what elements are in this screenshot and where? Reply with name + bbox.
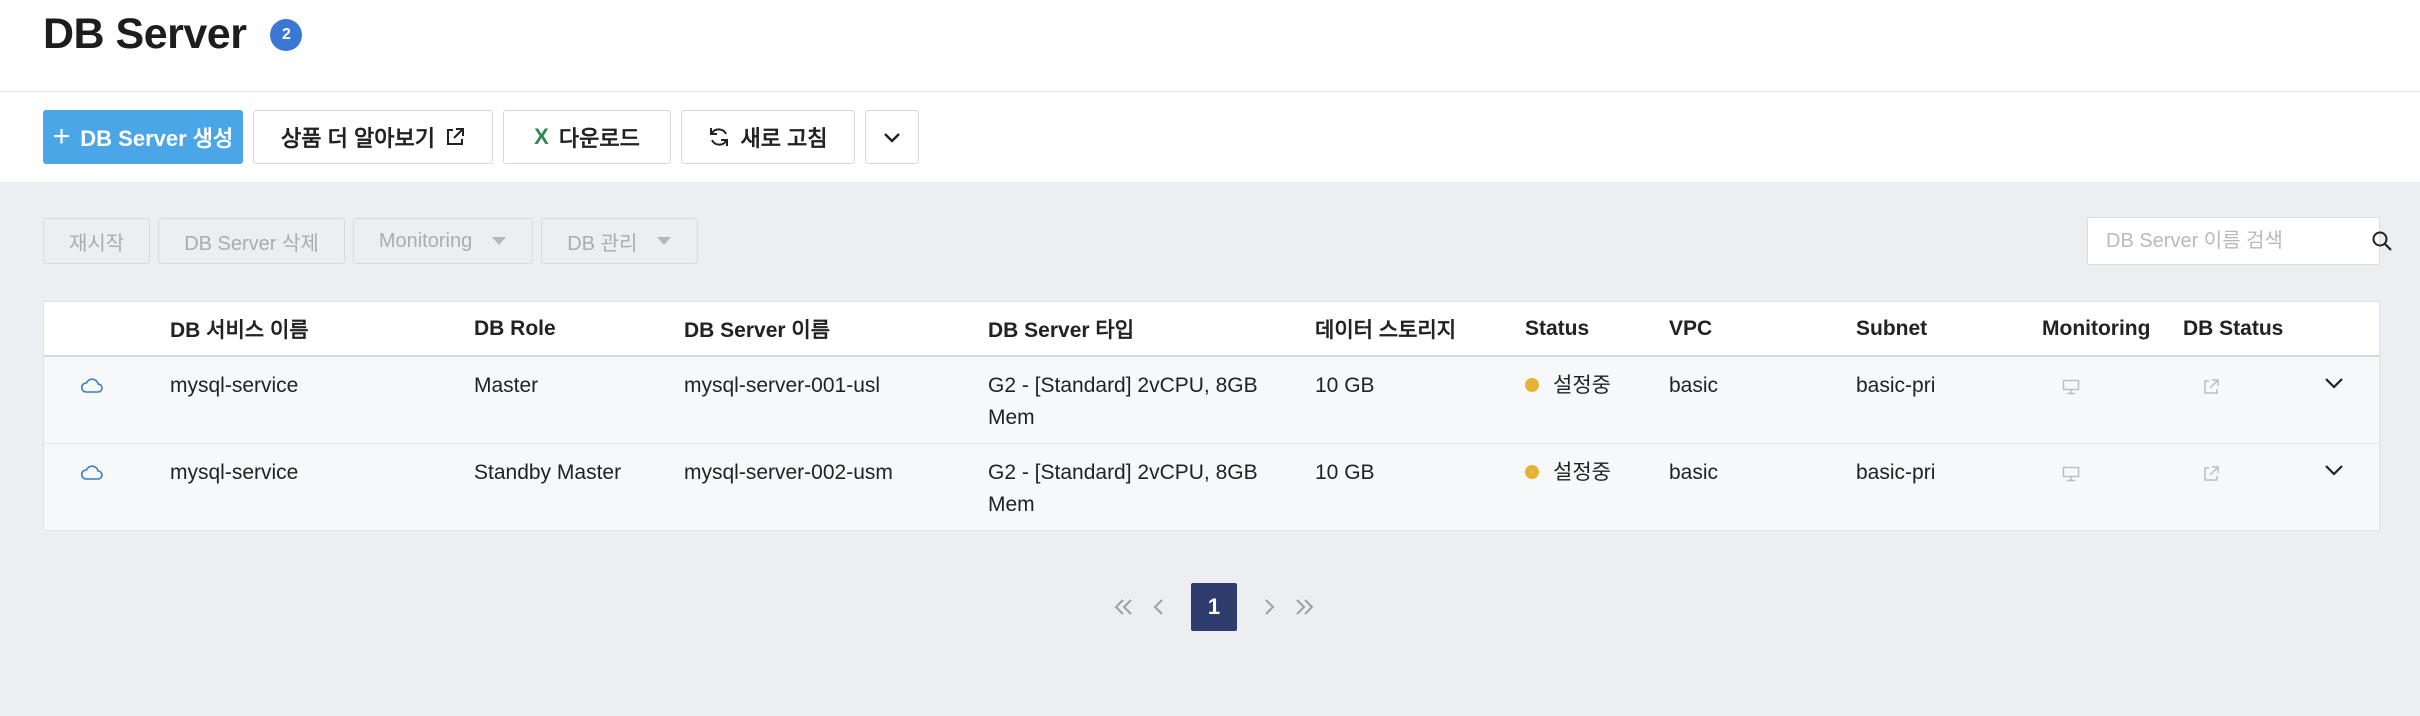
download-label: 다운로드 <box>558 126 640 151</box>
more-actions-button[interactable] <box>865 110 919 164</box>
col-db-role[interactable]: DB Role <box>474 302 556 355</box>
next-page-button[interactable] <box>1251 583 1287 631</box>
chevron-left-icon <box>1153 599 1163 615</box>
external-link-icon[interactable] <box>2202 378 2220 396</box>
chevron-down-icon[interactable] <box>2323 372 2345 394</box>
page-1-button[interactable]: 1 <box>1191 583 1237 631</box>
col-monitoring[interactable]: Monitoring <box>2042 302 2150 355</box>
restart-label: 재시작 <box>69 232 125 255</box>
prev-page-button[interactable] <box>1141 583 1177 631</box>
storage-cell: 10 GB <box>1315 461 1375 484</box>
storage-cell: 10 GB <box>1315 374 1375 397</box>
refresh-icon <box>710 128 729 146</box>
delete-label: DB Server 삭제 <box>184 232 319 255</box>
chevron-down-icon <box>884 133 900 143</box>
toolbar: + DB Server 생성 상품 더 알아보기 X 다운로드 새로 고침 <box>43 110 919 164</box>
chevron-double-left-icon <box>1114 599 1132 615</box>
monitor-icon[interactable] <box>2062 466 2080 482</box>
monitor-icon[interactable] <box>2062 379 2080 395</box>
server-name-cell: mysql-server-002-usm <box>684 461 893 484</box>
create-button-label: DB Server 생성 <box>80 126 234 151</box>
status-dot <box>1525 464 1539 479</box>
status-dot <box>1525 377 1539 392</box>
plus-icon: + <box>52 120 71 153</box>
search-box <box>2087 217 2392 265</box>
table-row[interactable]: mysql-service Standby Master mysql-serve… <box>44 444 2379 531</box>
title-row: DB Server 2 <box>43 10 303 59</box>
chevron-right-icon <box>1265 599 1275 615</box>
col-server-name[interactable]: DB Server 이름 <box>684 302 830 355</box>
table-header: DB 서비스 이름 DB Role DB Server 이름 DB Server… <box>44 302 2379 357</box>
chevron-down-icon[interactable] <box>2323 459 2345 481</box>
action-row: 재시작 DB Server 삭제 Monitoring DB 관리 <box>43 218 699 264</box>
vpc-cell: basic <box>1669 374 1719 397</box>
subnet-cell: basic-pri <box>1856 374 1936 397</box>
col-storage[interactable]: 데이터 스토리지 <box>1315 302 1456 355</box>
cloud-icon <box>80 378 103 393</box>
vpc-cell: basic <box>1669 461 1719 484</box>
page-title: DB Server <box>43 10 247 58</box>
db-manage-label: DB 관리 <box>567 232 638 255</box>
db-server-table: DB 서비스 이름 DB Role DB Server 이름 DB Server… <box>43 301 2380 531</box>
refresh-button[interactable]: 새로 고침 <box>681 110 855 164</box>
count-badge: 2 <box>270 18 303 51</box>
header-divider <box>0 91 2420 92</box>
status-text: 설정중 <box>1553 461 1611 484</box>
col-service-name[interactable]: DB 서비스 이름 <box>170 302 309 355</box>
first-page-button[interactable] <box>1105 583 1141 631</box>
table-row[interactable]: mysql-service Master mysql-server-001-us… <box>44 357 2379 444</box>
col-status[interactable]: Status <box>1525 302 1589 355</box>
col-subnet[interactable]: Subnet <box>1856 302 1927 355</box>
service-name-cell: mysql-service <box>170 461 299 484</box>
monitoring-label: Monitoring <box>378 229 473 252</box>
last-page-button[interactable] <box>1287 583 1323 631</box>
db-role-cell: Master <box>474 374 539 397</box>
external-link-icon[interactable] <box>2202 465 2220 483</box>
restart-button[interactable]: 재시작 <box>43 218 151 264</box>
pagination: 1 <box>1105 583 1323 631</box>
db-manage-dropdown[interactable]: DB 관리 <box>541 218 699 264</box>
subnet-cell: basic-pri <box>1856 461 1936 484</box>
col-db-status[interactable]: DB Status <box>2183 302 2283 355</box>
search-icon[interactable] <box>2371 230 2393 252</box>
status-text: 설정중 <box>1553 374 1611 397</box>
external-link-icon <box>446 128 464 145</box>
col-vpc[interactable]: VPC <box>1669 302 1712 355</box>
monitoring-dropdown[interactable]: Monitoring <box>352 218 534 264</box>
excel-icon: X <box>534 124 549 149</box>
caret-down-icon <box>657 237 672 245</box>
caret-down-icon <box>492 237 507 245</box>
learn-more-label: 상품 더 알아보기 <box>281 126 435 151</box>
create-db-server-button[interactable]: + DB Server 생성 <box>43 110 243 164</box>
service-name-cell: mysql-service <box>170 374 299 397</box>
status-cell: 설정중 <box>1525 370 1611 402</box>
db-role-cell: Standby Master <box>474 461 622 484</box>
status-cell: 설정중 <box>1525 457 1611 489</box>
learn-more-button[interactable]: 상품 더 알아보기 <box>253 110 493 164</box>
col-server-type[interactable]: DB Server 타입 <box>988 302 1134 355</box>
chevron-double-right-icon <box>1296 599 1314 615</box>
server-type-cell: G2 - [Standard] 2vCPU, 8GB Mem <box>988 374 1258 429</box>
server-type-cell: G2 - [Standard] 2vCPU, 8GB Mem <box>988 461 1258 516</box>
refresh-label: 새로 고침 <box>740 126 828 151</box>
page-header: DB Server 2 + DB Server 생성 상품 더 알아보기 X 다… <box>0 0 2420 182</box>
delete-db-server-button[interactable]: DB Server 삭제 <box>158 218 345 264</box>
search-input[interactable] <box>2088 218 2371 264</box>
download-button[interactable]: X 다운로드 <box>503 110 671 164</box>
server-name-cell: mysql-server-001-usl <box>684 374 881 397</box>
cloud-icon <box>80 465 103 480</box>
